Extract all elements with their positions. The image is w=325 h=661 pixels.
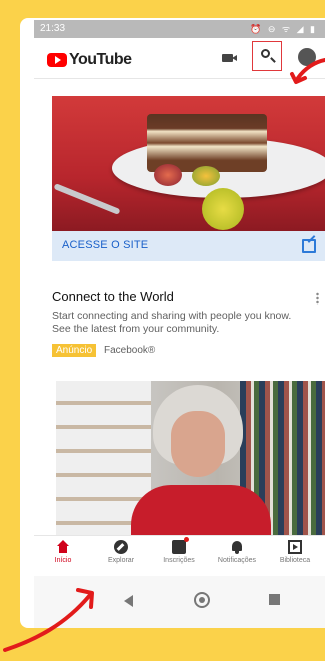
ad-image[interactable] [52,96,325,231]
nav-label: Biblioteca [279,557,311,564]
nav-item-inscricoes[interactable]: Inscrições [150,536,208,576]
status-time: 21:33 [40,23,66,34]
external-link-icon [302,239,316,253]
home-icon [56,540,70,554]
nav-label: Inscrições [163,557,195,564]
face-shape [171,411,225,477]
ad-source: Facebook® [104,345,156,356]
ad-title[interactable]: Connect to the World [52,289,174,304]
back-icon[interactable] [124,595,133,607]
status-icons: ⏰ ⊖ ᯤ ◢ ▮ [250,24,317,34]
nav-label: Explorar [107,557,135,564]
recents-icon[interactable] [269,594,280,605]
ad-description: Start connecting and sharing with people… [52,310,292,335]
account-avatar-icon[interactable] [298,48,316,66]
status-bar: 21:33 ⏰ ⊖ ᯤ ◢ ▮ [34,20,325,38]
ad-badge: Anúncio [52,344,97,357]
home-feed: ACESSE O SITE Connect to the World Start… [34,79,325,541]
fig-shape [202,188,244,230]
system-navigation-bar [34,576,325,628]
video-camera-icon[interactable] [222,54,237,62]
youtube-logo[interactable]: YouTube [47,51,132,69]
search-button[interactable] [252,41,282,71]
more-options-icon[interactable] [316,292,319,305]
visit-site-label: ACESSE O SITE [62,239,149,251]
nav-item-explorar[interactable]: Explorar [92,536,150,576]
subscriptions-icon [172,537,189,554]
spoon-shape [53,183,121,215]
nav-label: Notificações [217,557,257,564]
bell-icon [230,540,244,554]
logo-text: YouTube [69,51,132,68]
youtube-play-logo-icon [47,53,67,67]
phone-screen: 21:33 ⏰ ⊖ ᯤ ◢ ▮ YouTube ACESSE O SITE Co… [20,18,325,628]
home-button-icon[interactable] [194,592,210,608]
app-bar: YouTube [34,38,325,79]
nav-item-inicio[interactable]: Início [34,536,92,576]
library-icon [288,540,302,554]
fig-shape [154,164,182,186]
nav-label: Início [54,557,72,564]
shirt-shape [131,485,271,541]
search-icon [261,49,270,58]
nav-item-notificacoes[interactable]: Notificações [208,536,266,576]
bottom-navigation: Início Explorar Inscrições Notificações … [34,535,325,576]
video-thumbnail[interactable] [56,381,325,541]
nav-item-biblioteca[interactable]: Biblioteca [266,536,324,576]
compass-icon [114,540,128,554]
person-shape [131,385,271,541]
visit-site-button[interactable]: ACESSE O SITE [52,231,325,261]
fig-shape [192,166,220,186]
